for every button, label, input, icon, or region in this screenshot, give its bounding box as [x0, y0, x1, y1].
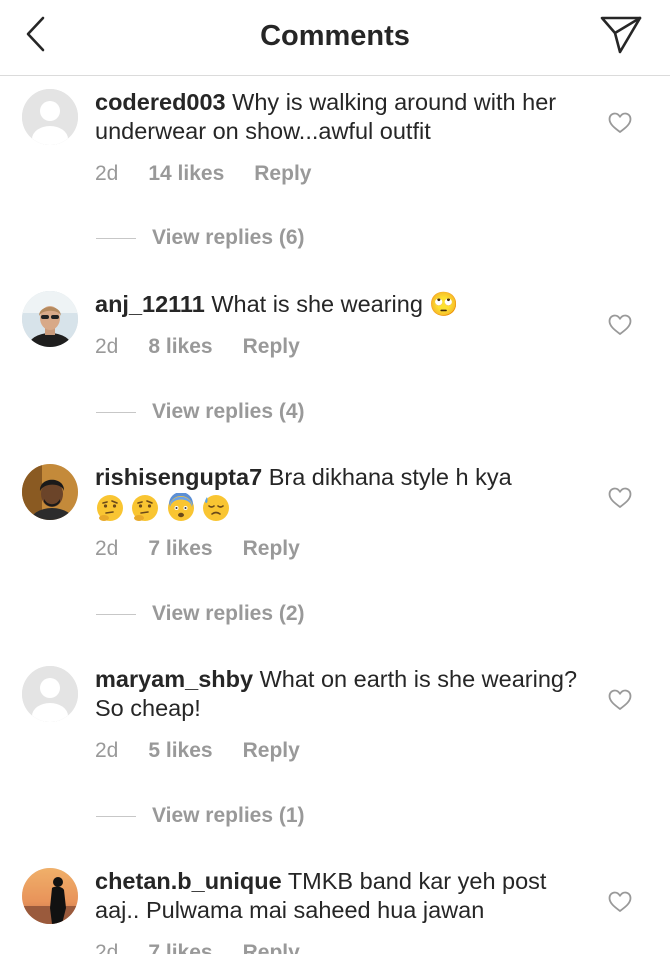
- comment-text: codered003 Why is walking around with he…: [95, 88, 585, 146]
- view-replies-button[interactable]: View replies (4): [96, 400, 305, 424]
- divider: [96, 815, 136, 817]
- avatar[interactable]: [22, 868, 78, 924]
- comment-time: 2d: [95, 739, 119, 762]
- avatar[interactable]: [22, 291, 78, 347]
- comment-likes[interactable]: 7 likes: [148, 537, 212, 561]
- comment-time: 2d: [95, 335, 119, 358]
- thinking-face-icon: [132, 495, 159, 521]
- comment-text: anj_12111 What is she wearing 🙄: [95, 290, 585, 319]
- page-title: Comments: [260, 20, 410, 52]
- comment-body: Bra dikhana style h kya: [268, 464, 512, 490]
- comment-time: 2d: [95, 537, 119, 560]
- downcast-sweat-face-icon: [203, 495, 230, 521]
- comment-time: 2d: [95, 941, 119, 954]
- view-replies-button[interactable]: View replies (1): [96, 804, 305, 828]
- reply-button[interactable]: Reply: [243, 739, 300, 763]
- divider: [96, 237, 136, 239]
- default-avatar-icon: [22, 666, 78, 722]
- comment-likes[interactable]: 8 likes: [148, 335, 212, 359]
- avatar[interactable]: [22, 666, 78, 722]
- view-replies-label: View replies (2): [152, 602, 305, 625]
- avatar[interactable]: [22, 89, 78, 145]
- comment-username[interactable]: chetan.b_unique: [95, 868, 282, 894]
- thinking-face-icon: [97, 495, 123, 521]
- emoji-row: [95, 493, 232, 523]
- divider: [96, 411, 136, 413]
- comment-text: chetan.b_unique TMKB band kar yeh post a…: [95, 867, 585, 925]
- comment-username[interactable]: codered003: [95, 89, 226, 115]
- anxious-face-icon: [167, 493, 194, 521]
- default-avatar-icon: [22, 89, 78, 145]
- comment-likes[interactable]: 5 likes: [148, 739, 212, 763]
- user-photo-avatar: [22, 291, 78, 347]
- heart-outline-icon[interactable]: [607, 890, 633, 914]
- view-replies-button[interactable]: View replies (2): [96, 602, 305, 626]
- view-replies-label: View replies (4): [152, 400, 305, 423]
- heart-outline-icon[interactable]: [607, 486, 633, 510]
- view-replies-label: View replies (6): [152, 226, 305, 249]
- comment-meta: 2d 7 likes Reply: [95, 941, 300, 954]
- paper-plane-icon: [600, 16, 642, 54]
- comment-username[interactable]: anj_12111: [95, 291, 205, 317]
- heart-outline-icon[interactable]: [607, 111, 633, 135]
- user-photo-avatar: [22, 868, 78, 924]
- comment-likes[interactable]: 7 likes: [148, 941, 212, 954]
- reply-button[interactable]: Reply: [254, 162, 311, 186]
- top-bar: Comments: [0, 0, 670, 76]
- comment-username[interactable]: rishisengupta7: [95, 464, 262, 490]
- comment-meta: 2d 7 likes Reply: [95, 537, 300, 561]
- heart-outline-icon[interactable]: [607, 313, 633, 337]
- view-replies-button[interactable]: View replies (6): [96, 226, 305, 250]
- comment-meta: 2d 8 likes Reply: [95, 335, 300, 359]
- avatar[interactable]: [22, 464, 78, 520]
- comment-text: maryam_shby What on earth is she wearing…: [95, 665, 585, 723]
- share-button[interactable]: [598, 12, 644, 56]
- comment-body: What is she wearing 🙄: [211, 291, 459, 317]
- comment-likes[interactable]: 14 likes: [148, 162, 224, 186]
- reply-button[interactable]: Reply: [243, 335, 300, 359]
- comment-meta: 2d 14 likes Reply: [95, 162, 311, 186]
- comment-meta: 2d 5 likes Reply: [95, 739, 300, 763]
- divider: [96, 613, 136, 615]
- comment-username[interactable]: maryam_shby: [95, 666, 253, 692]
- reply-button[interactable]: Reply: [243, 537, 300, 561]
- heart-outline-icon[interactable]: [607, 688, 633, 712]
- reply-button[interactable]: Reply: [243, 941, 300, 954]
- user-photo-avatar: [22, 464, 78, 520]
- view-replies-label: View replies (1): [152, 804, 305, 827]
- comment-text: rishisengupta7 Bra dikhana style h kya: [95, 463, 585, 492]
- comment-time: 2d: [95, 162, 119, 185]
